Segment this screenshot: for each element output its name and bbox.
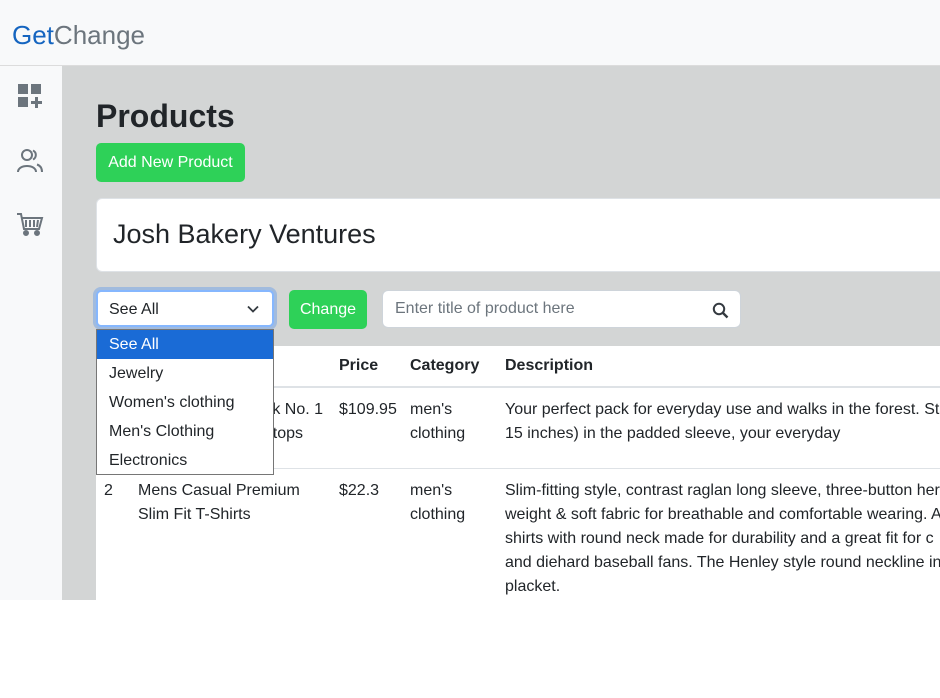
app-window: GetChange Products Add New Product Josh … [0, 0, 940, 600]
category-dropdown-list: See All Jewelry Women's clothing Men's C… [96, 329, 274, 475]
header-description: Description [497, 346, 940, 388]
cell-title: Mens Casual Premium Slim Fit T-Shirts [130, 468, 331, 600]
description-line: placket. [505, 578, 561, 595]
top-navbar: GetChange [0, 0, 940, 66]
dashboard-add-icon[interactable] [16, 82, 44, 110]
cell-price: $22.3 [331, 468, 402, 600]
users-icon-svg [17, 149, 43, 173]
chevron-down-icon [247, 305, 259, 313]
description-line: Slim-fitting style, contrast raglan long… [505, 482, 940, 499]
page-title: Products [96, 98, 235, 134]
description-line: shirts with round neck made for durabili… [505, 530, 934, 547]
users-icon[interactable] [16, 146, 44, 174]
cell-description: Slim-fitting style, contrast raglan long… [497, 468, 940, 600]
search-icon[interactable] [712, 302, 729, 319]
table-row: 2 Mens Casual Premium Slim Fit T-Shirts … [96, 468, 940, 600]
dropdown-option-see-all[interactable]: See All [97, 330, 273, 359]
cell-category: men's clothing [402, 468, 497, 600]
description-line: and diehard baseball fans. The Henley st… [505, 554, 940, 571]
description-line: weight & soft fabric for breathable and … [505, 506, 940, 523]
category-line: clothing [410, 425, 466, 442]
brand-part-get: Get [12, 20, 54, 50]
search-input[interactable] [383, 291, 703, 327]
store-card: Josh Bakery Ventures [96, 198, 940, 272]
dropdown-option-electronics[interactable]: Electronics [97, 446, 273, 475]
sidebar [0, 66, 62, 600]
header-category: Category [402, 346, 497, 388]
dropdown-option-mens-clothing[interactable]: Men's Clothing [97, 417, 273, 446]
brand-part-change: Change [53, 20, 145, 50]
category-line: clothing [410, 506, 466, 523]
cart-icon[interactable] [16, 210, 44, 238]
dropdown-option-womens-clothing[interactable]: Women's clothing [97, 388, 273, 417]
cell-category: men's clothing [402, 387, 497, 469]
add-new-product-button[interactable]: Add New Product [96, 143, 245, 182]
header-price: Price [331, 346, 402, 388]
description-line: Your perfect pack for everyday use and w… [505, 401, 940, 418]
change-button[interactable]: Change [289, 290, 367, 329]
category-line: men's [410, 482, 453, 499]
category-line: men's [410, 401, 453, 418]
category-select-value: See All [109, 301, 159, 318]
cart-icon-svg [17, 213, 44, 236]
store-name: Josh Bakery Ventures [113, 219, 376, 249]
description-line: 15 inches) in the padded sleeve, your ev… [505, 425, 841, 442]
brand-logo[interactable]: GetChange [12, 18, 145, 52]
dropdown-option-jewelry[interactable]: Jewelry [97, 359, 273, 388]
search-box [382, 290, 741, 328]
cell-description: Your perfect pack for everyday use and w… [497, 387, 940, 469]
category-select[interactable]: See All [96, 290, 274, 327]
cell-price: $109.95 [331, 387, 402, 469]
cell-id: 2 [96, 468, 130, 600]
title-line: Mens Casual Premium [138, 482, 300, 499]
title-line: Slim Fit T-Shirts [138, 506, 251, 523]
dashboard-add-icon-svg [18, 84, 42, 108]
